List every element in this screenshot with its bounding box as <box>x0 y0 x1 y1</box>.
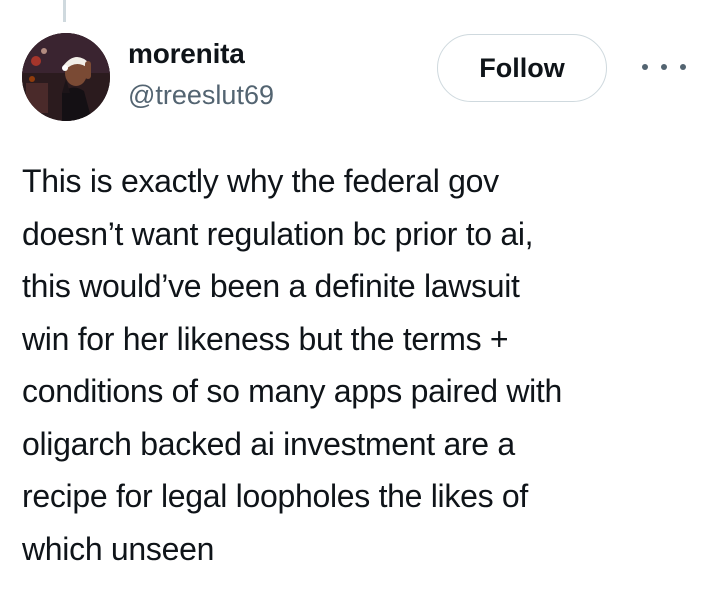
thread-connector-line <box>63 0 66 22</box>
more-options-icon[interactable] <box>642 56 686 78</box>
tweet-text-line: oligarch backed ai investment are a <box>22 425 515 462</box>
avatar[interactable] <box>22 33 110 121</box>
author-handle[interactable]: @treeslut69 <box>128 80 274 111</box>
follow-button[interactable]: Follow <box>437 34 607 102</box>
more-dot <box>661 64 667 70</box>
author-display-name[interactable]: morenita <box>128 38 245 70</box>
more-dot <box>642 64 648 70</box>
follow-button-label: Follow <box>479 52 565 83</box>
tweet-text-line: doesn’t want regulation bc prior to ai, <box>22 215 534 252</box>
avatar-image <box>22 33 110 121</box>
tweet-text-line: This is exactly why the federal gov <box>22 163 499 199</box>
tweet-text-line: recipe for legal loopholes the likes of <box>22 478 528 514</box>
more-dot <box>680 64 686 70</box>
tweet-text-line: conditions of so many apps paired with <box>22 373 563 409</box>
tweet-text: This is exactly why the federal gov does… <box>22 155 702 575</box>
tweet-text-line: which unseen <box>22 530 215 567</box>
tweet-text-line: this would’ve been a definite lawsuit <box>22 268 520 304</box>
tweet-text-line: win for her likeness but the terms + <box>22 320 509 357</box>
